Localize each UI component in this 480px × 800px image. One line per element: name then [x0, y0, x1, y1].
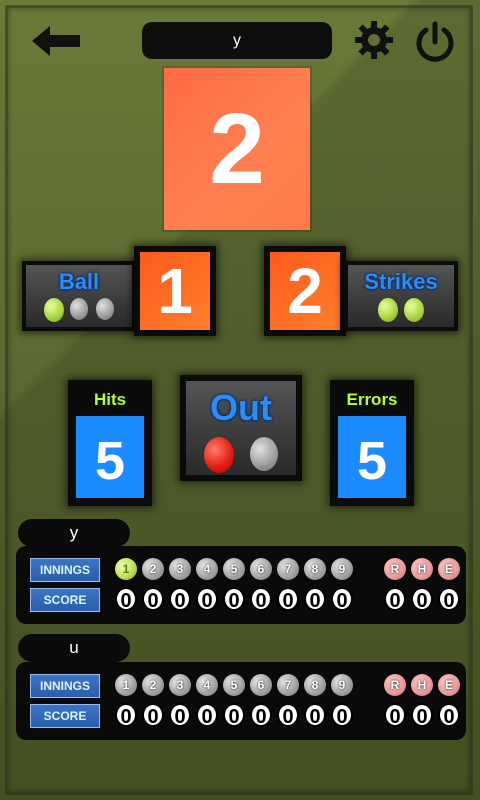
team-1-inning-7[interactable]: 7 — [277, 558, 299, 580]
team-1-name[interactable]: y — [18, 519, 130, 547]
team-2-score-1[interactable]: 0 — [115, 703, 137, 728]
team-1-inning-1[interactable]: 1 — [115, 558, 137, 580]
ball-indicator-2 — [70, 298, 88, 320]
out-indicator-2 — [250, 437, 278, 471]
team-2-inning-8[interactable]: 8 — [304, 674, 326, 696]
back-arrow-icon[interactable] — [30, 24, 82, 58]
team-2-score-4[interactable]: 0 — [196, 703, 218, 728]
power-icon[interactable] — [412, 20, 458, 62]
team-2-inning-9[interactable]: 9 — [331, 674, 353, 696]
gear-icon[interactable] — [352, 20, 396, 60]
team-1-inning-3[interactable]: 3 — [169, 558, 191, 580]
team-1-hits[interactable]: 0 — [411, 587, 433, 612]
team-2-scoreboard: INNINGS SCORE 1 2 3 4 5 6 7 8 9 R H E 0 … — [16, 662, 466, 740]
team-1-score-8[interactable]: 0 — [304, 587, 326, 612]
team-1-errors[interactable]: 0 — [438, 587, 460, 612]
team-1-score-7[interactable]: 0 — [277, 587, 299, 612]
team-2-innings-label: INNINGS — [30, 674, 100, 698]
strike-indicator-1 — [378, 298, 398, 322]
team-1-inning-9[interactable]: 9 — [331, 558, 353, 580]
team-1-score-2[interactable]: 0 — [142, 587, 164, 612]
team-2-score-9[interactable]: 0 — [331, 703, 353, 728]
team-1-runs-label: R — [384, 558, 406, 580]
team-2-score-label: SCORE — [30, 704, 100, 728]
hits-value[interactable]: 5 — [76, 416, 144, 498]
strike-count[interactable]: 2 — [270, 252, 340, 330]
team-2-inning-1[interactable]: 1 — [115, 674, 137, 696]
center-score[interactable]: 2 — [164, 68, 310, 230]
team-1-score-5[interactable]: 0 — [223, 587, 245, 612]
team-1-score-label: SCORE — [30, 588, 100, 612]
team-1-score-9[interactable]: 0 — [331, 587, 353, 612]
errors-label: Errors — [346, 390, 398, 409]
strike-indicator-2 — [404, 298, 424, 322]
team-1-innings-label: INNINGS — [30, 558, 100, 582]
ball-indicator-3 — [96, 298, 114, 320]
team-2-score-5[interactable]: 0 — [223, 703, 245, 728]
team-2-name[interactable]: u — [18, 634, 130, 662]
team-2-errors[interactable]: 0 — [438, 703, 460, 728]
ball-indicator-1 — [44, 298, 64, 322]
team-2-hits[interactable]: 0 — [411, 703, 433, 728]
out-panel[interactable]: Out — [186, 381, 296, 475]
team-2-score-3[interactable]: 0 — [169, 703, 191, 728]
team-1-inning-4[interactable]: 4 — [196, 558, 218, 580]
team-2-runs[interactable]: 0 — [384, 703, 406, 728]
strike-label: Strikes — [364, 269, 438, 294]
team-1-inning-8[interactable]: 8 — [304, 558, 326, 580]
team-2-runs-label: R — [384, 674, 406, 696]
team-2-inning-5[interactable]: 5 — [223, 674, 245, 696]
team-2-score-2[interactable]: 0 — [142, 703, 164, 728]
team-2-score-7[interactable]: 0 — [277, 703, 299, 728]
team-2-inning-6[interactable]: 6 — [250, 674, 272, 696]
team-2-inning-4[interactable]: 4 — [196, 674, 218, 696]
ball-count[interactable]: 1 — [140, 252, 210, 330]
game-title[interactable]: y — [142, 22, 332, 59]
strike-panel[interactable]: Strikes — [348, 265, 454, 327]
ball-label: Ball — [58, 269, 100, 294]
hits-label: Hits — [93, 390, 127, 409]
team-1-scoreboard: INNINGS SCORE 1 2 3 4 5 6 7 8 9 R H E 0 … — [16, 546, 466, 624]
ball-panel[interactable]: Ball — [26, 265, 132, 327]
team-2-score-8[interactable]: 0 — [304, 703, 326, 728]
team-1-score-4[interactable]: 0 — [196, 587, 218, 612]
team-1-inning-2[interactable]: 2 — [142, 558, 164, 580]
team-1-score-3[interactable]: 0 — [169, 587, 191, 612]
team-1-runs[interactable]: 0 — [384, 587, 406, 612]
team-1-score-6[interactable]: 0 — [250, 587, 272, 612]
team-2-errors-label: E — [438, 674, 460, 696]
team-2-inning-2[interactable]: 2 — [142, 674, 164, 696]
out-indicator-1 — [204, 437, 234, 473]
team-1-inning-6[interactable]: 6 — [250, 558, 272, 580]
team-2-hits-label: H — [411, 674, 433, 696]
out-label: Out — [210, 387, 272, 428]
team-2-inning-7[interactable]: 7 — [277, 674, 299, 696]
team-1-hits-label: H — [411, 558, 433, 580]
errors-value[interactable]: 5 — [338, 416, 406, 498]
team-1-score-1[interactable]: 0 — [115, 587, 137, 612]
team-1-errors-label: E — [438, 558, 460, 580]
team-2-score-6[interactable]: 0 — [250, 703, 272, 728]
team-2-inning-3[interactable]: 3 — [169, 674, 191, 696]
team-1-inning-5[interactable]: 5 — [223, 558, 245, 580]
